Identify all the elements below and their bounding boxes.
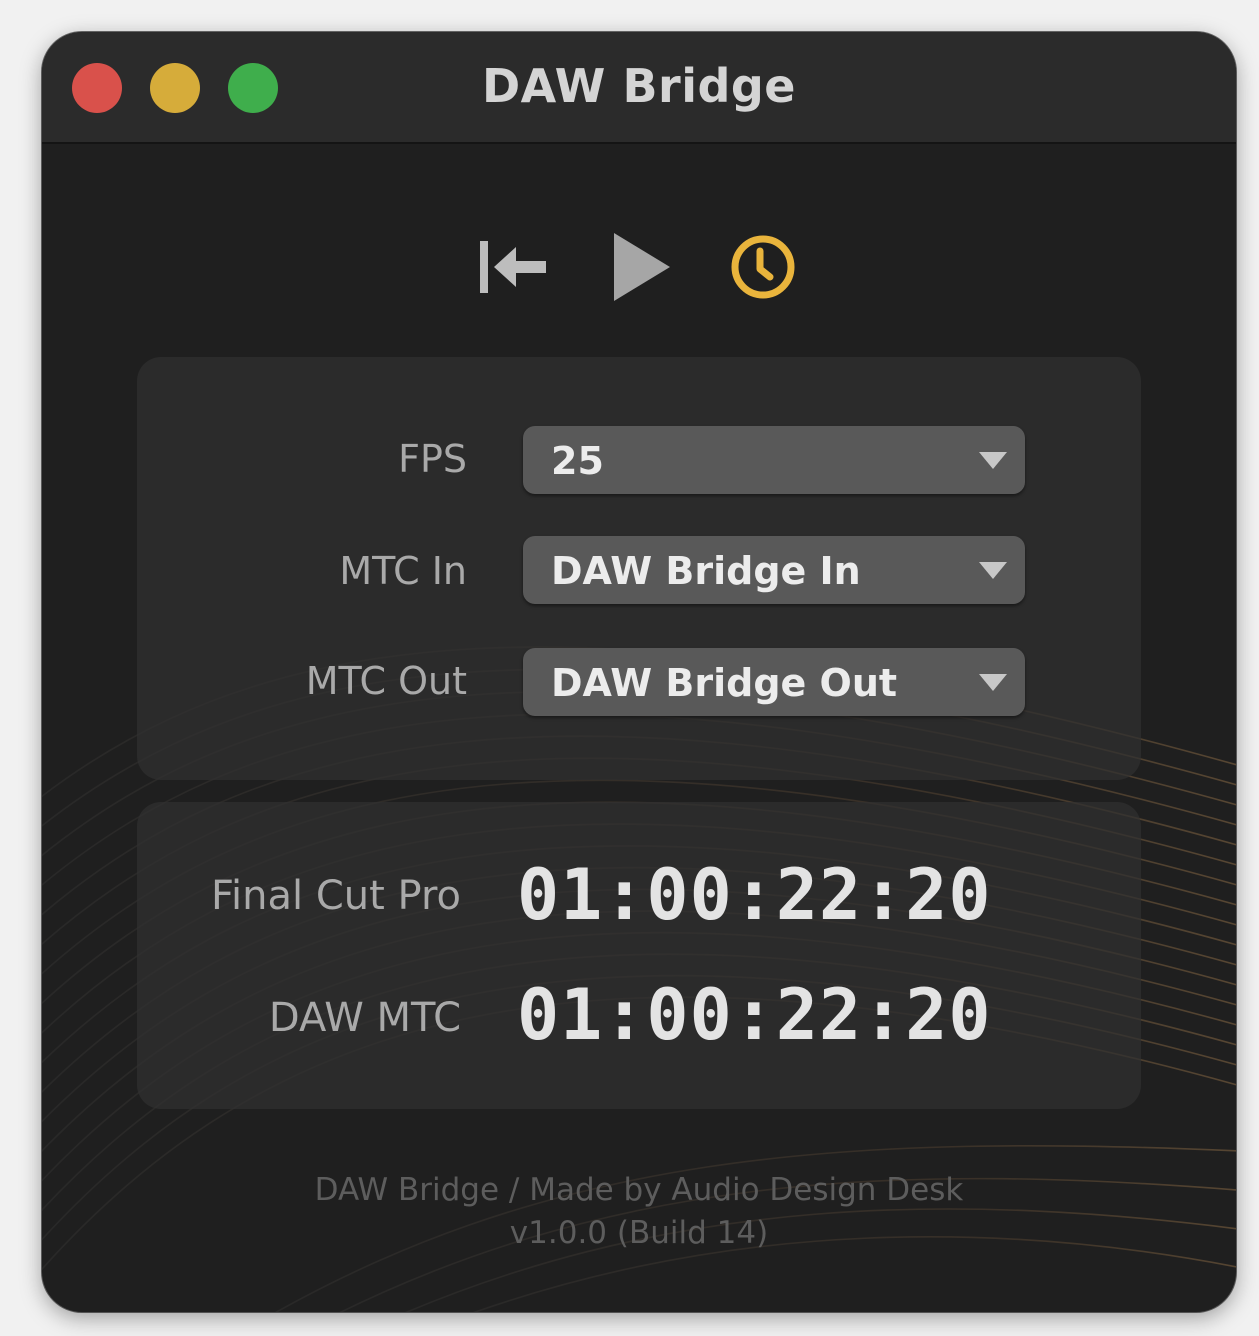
chevron-down-icon: [979, 452, 1007, 469]
clock-icon: [731, 235, 795, 299]
desktop-background: DAW Bridge FPS 25 MTC In DAW Bridge In M…: [0, 0, 1259, 1336]
mtc-in-value: DAW Bridge In: [551, 549, 861, 593]
mtc-in-label: MTC In: [339, 549, 467, 593]
chevron-down-icon: [979, 562, 1007, 579]
fps-label: FPS: [398, 437, 467, 481]
settings-panel: FPS 25 MTC In DAW Bridge In MTC Out DAW …: [137, 357, 1141, 780]
app-window: DAW Bridge FPS 25 MTC In DAW Bridge In M…: [42, 32, 1236, 1312]
play-icon: [614, 233, 670, 301]
chevron-down-icon: [979, 674, 1007, 691]
window-title: DAW Bridge: [481, 59, 797, 113]
rewind-button[interactable]: [474, 227, 554, 307]
mtc-out-value: DAW Bridge Out: [551, 661, 898, 705]
rewind-to-start-icon: [480, 241, 546, 293]
fps-select[interactable]: 25: [523, 426, 1025, 494]
play-button[interactable]: [608, 227, 678, 307]
sync-clock-button[interactable]: [726, 227, 800, 307]
timecode-panel: Final Cut Pro 01:00:22:20 DAW MTC 01:00:…: [137, 802, 1141, 1109]
final-cut-pro-label: Final Cut Pro: [210, 873, 461, 919]
footer-version: v1.0.0 (Build 14): [509, 1215, 769, 1251]
mtc-out-label: MTC Out: [305, 659, 467, 703]
footer-credit: DAW Bridge / Made by Audio Design Desk: [314, 1172, 964, 1208]
title-bar: DAW Bridge: [42, 32, 1236, 144]
fps-value: 25: [551, 439, 604, 483]
mtc-in-select[interactable]: DAW Bridge In: [523, 536, 1025, 604]
mtc-out-select[interactable]: DAW Bridge Out: [523, 648, 1025, 716]
daw-mtc-label: DAW MTC: [268, 995, 461, 1041]
final-cut-pro-timecode: 01:00:22:20: [517, 854, 992, 936]
daw-mtc-timecode: 01:00:22:20: [517, 974, 992, 1056]
